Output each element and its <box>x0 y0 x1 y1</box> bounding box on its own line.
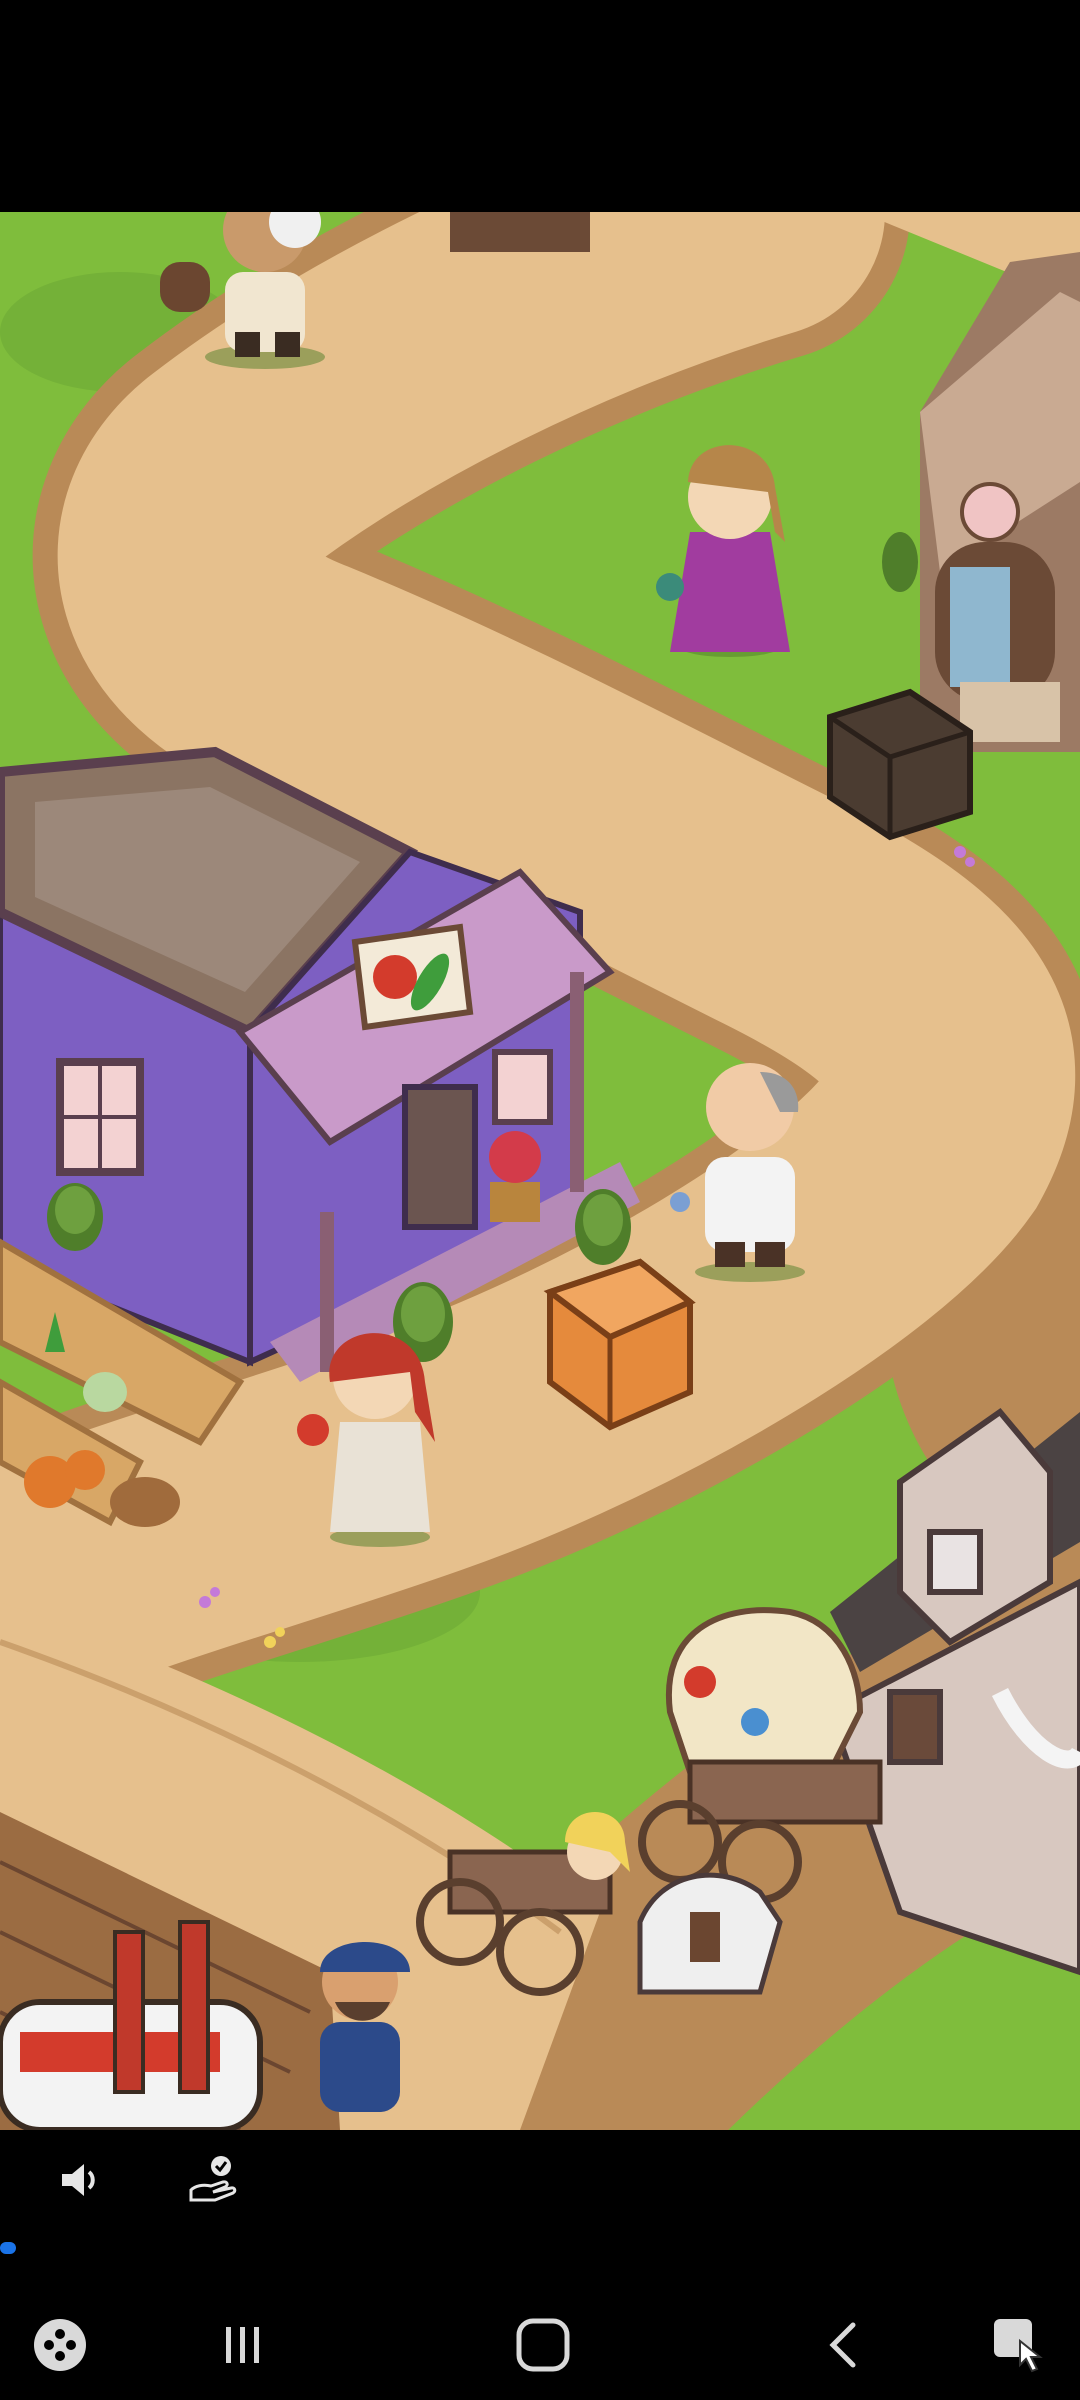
status-bar-area <box>0 0 1080 212</box>
home-button[interactable] <box>498 2305 588 2385</box>
game-tools-button[interactable] <box>15 2305 105 2385</box>
bush <box>47 1183 103 1251</box>
cast-button[interactable] <box>173 2140 253 2220</box>
screen-capture-button[interactable] <box>975 2305 1065 2385</box>
gamepad-icon <box>34 2319 86 2371</box>
game-viewport[interactable] <box>0 212 1080 2130</box>
recents-button[interactable] <box>197 2305 287 2385</box>
recents-icon <box>226 2327 259 2363</box>
cast-icon <box>189 2156 237 2202</box>
home-icon <box>516 2318 570 2372</box>
volume-icon <box>62 2164 95 2196</box>
back-icon <box>829 2322 856 2368</box>
video-progress-track[interactable] <box>0 2242 1080 2254</box>
video-control-bar <box>0 2130 1080 2290</box>
video-progress-fill <box>0 2242 17 2254</box>
volume-button[interactable] <box>40 2140 120 2220</box>
building-edge-top <box>450 212 590 252</box>
bush <box>882 532 918 592</box>
bush <box>575 1189 631 1265</box>
screen-capture-icon <box>994 2319 1043 2373</box>
navigation-bar <box>0 2290 1080 2400</box>
town-map[interactable] <box>0 212 1080 2130</box>
back-button[interactable] <box>800 2305 890 2385</box>
